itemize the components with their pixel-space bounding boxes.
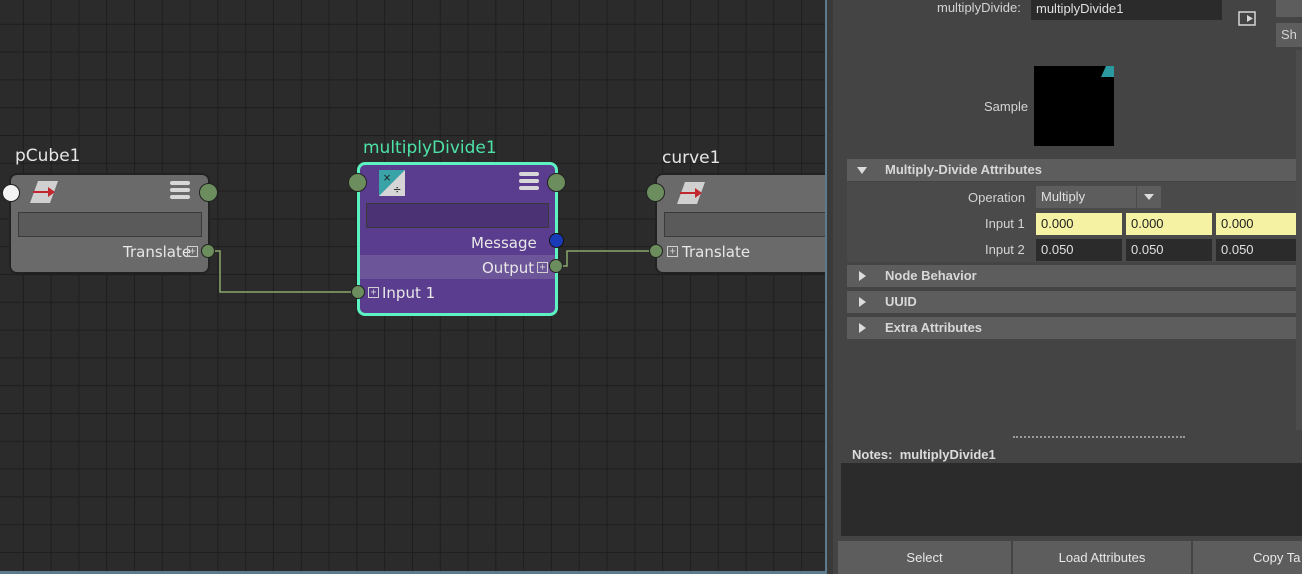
section-extra-attributes[interactable]: Extra Attributes: [847, 317, 1302, 339]
port-md-output[interactable]: [547, 173, 566, 192]
copy-tab-button[interactable]: Copy Ta: [1193, 541, 1302, 574]
port-pcube-input[interactable]: [2, 184, 20, 202]
select-button[interactable]: Select: [838, 541, 1011, 574]
expand-triangle-icon: [859, 323, 866, 333]
node-field-bar: [18, 212, 202, 237]
notes-splitter-handle[interactable]: [1013, 436, 1185, 442]
node-title-curve: curve1: [662, 148, 721, 168]
notes-label: Notes: multiplyDivide1: [852, 447, 996, 462]
load-attributes-button[interactable]: Load Attributes: [1013, 541, 1191, 574]
transform-icon: [30, 181, 58, 203]
node-multiply-divide[interactable]: × ÷ Message Output + + Input 1: [357, 162, 558, 316]
scrollbar-track[interactable]: [1296, 50, 1302, 430]
input2-y-field[interactable]: 0.050: [1126, 239, 1212, 261]
input2-label: Input 2: [985, 242, 1025, 257]
port-md-input[interactable]: [348, 173, 367, 192]
operation-dropdown-arrow[interactable]: [1137, 186, 1161, 208]
chevron-down-icon: [1144, 194, 1154, 200]
node-editor-graph[interactable]: pCube1 Translate + multiplyDivide1 × ÷ M…: [0, 0, 826, 574]
node-field-bar: [664, 212, 826, 237]
expand-plus-icon[interactable]: +: [667, 246, 678, 257]
node-curve[interactable]: + Translate: [655, 173, 826, 274]
input1-y-field[interactable]: 0.000: [1126, 213, 1212, 235]
port-md-output-plug[interactable]: [549, 259, 563, 273]
plug-label-translate: Translate: [682, 243, 751, 261]
input2-z-field[interactable]: 0.050: [1216, 239, 1302, 261]
section-node-behavior[interactable]: Node Behavior: [847, 265, 1302, 287]
input1-z-field[interactable]: 0.000: [1216, 213, 1302, 235]
svg-text:×: ×: [383, 173, 392, 184]
plug-label-input1: Input 1: [382, 284, 436, 302]
sample-swatch: [1034, 66, 1114, 146]
node-menu-icon[interactable]: [170, 181, 190, 199]
node-title-pcube: pCube1: [15, 146, 81, 166]
input2-x-field[interactable]: 0.050: [1036, 239, 1122, 261]
node-name-label: multiplyDivide:: [937, 0, 1021, 15]
input1-label: Input 1: [985, 216, 1025, 231]
connection-md-to-curve: [556, 250, 656, 267]
attribute-editor: multiplyDivide: multiplyDivide1 Sh Sampl…: [833, 0, 1302, 574]
swatch-corner-icon: [1101, 66, 1114, 77]
node-title-md: multiplyDivide1: [363, 138, 497, 158]
operation-dropdown[interactable]: Multiply: [1036, 186, 1136, 208]
expand-plus-icon[interactable]: +: [537, 262, 548, 273]
expand-triangle-icon: [859, 271, 866, 281]
sample-label: Sample: [984, 99, 1029, 114]
expand-plus-icon[interactable]: +: [368, 287, 379, 298]
expand-plus-icon[interactable]: +: [187, 246, 198, 257]
port-md-input1-plug[interactable]: [351, 285, 365, 299]
port-pcube-translate[interactable]: [201, 244, 215, 258]
notes-textarea[interactable]: [841, 463, 1302, 536]
node-field-bar: [366, 203, 549, 228]
section-uuid[interactable]: UUID: [847, 291, 1302, 313]
node-name-field[interactable]: multiplyDivide1: [1031, 0, 1222, 20]
port-curve-input[interactable]: [646, 183, 665, 202]
plug-label-message: Message: [471, 234, 537, 252]
expand-triangle-icon: [859, 297, 866, 307]
collapse-triangle-icon: [857, 167, 867, 174]
section-md-attributes[interactable]: Multiply-Divide Attributes: [847, 159, 1302, 181]
multiply-divide-icon: × ÷: [379, 170, 405, 196]
node-pcube[interactable]: Translate +: [9, 173, 210, 274]
svg-text:÷: ÷: [393, 185, 402, 196]
operation-label: Operation: [968, 190, 1026, 205]
connection-pcube-to-md: [208, 250, 358, 293]
plug-label-translate: Translate: [123, 243, 192, 261]
port-pcube-output[interactable]: [199, 183, 218, 202]
transform-icon: [677, 182, 705, 204]
side-button[interactable]: [1276, 0, 1302, 17]
port-curve-translate[interactable]: [649, 244, 663, 258]
port-md-message[interactable]: [549, 233, 564, 248]
side-button-label[interactable]: Sh: [1276, 23, 1302, 47]
plug-label-output: Output: [482, 259, 535, 277]
node-menu-icon[interactable]: [519, 172, 539, 190]
input1-x-field[interactable]: 0.000: [1036, 213, 1122, 235]
focus-icon[interactable]: [1238, 10, 1262, 28]
